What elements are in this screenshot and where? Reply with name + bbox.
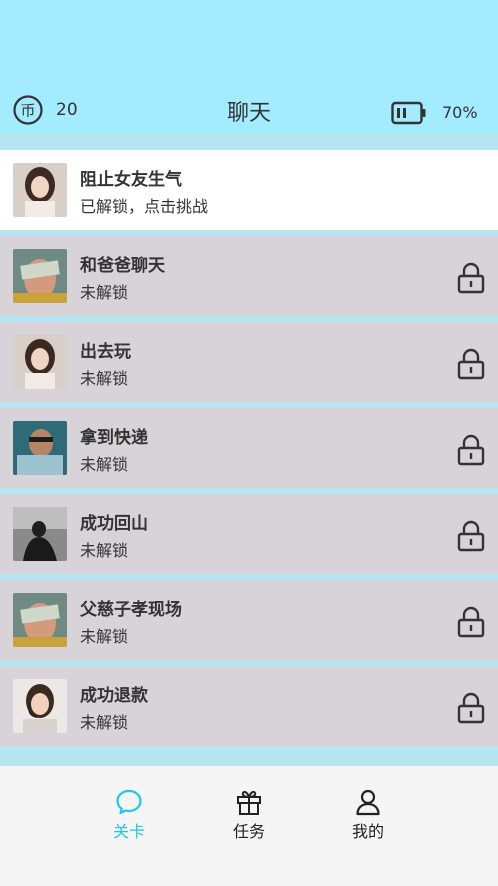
tab-tasks[interactable]: 任务 <box>214 788 284 842</box>
level-status: 未解锁 <box>80 369 129 388</box>
chat-bubble-icon <box>116 789 142 815</box>
tab-levels[interactable]: 关卡 <box>94 788 164 842</box>
avatar <box>13 163 67 217</box>
gift-icon <box>237 790 261 815</box>
avatar <box>13 507 67 561</box>
bottom-tab-bar: 关卡 任务 我的 <box>0 766 498 886</box>
level-row[interactable]: 和爸爸聊天 未解锁 <box>0 236 498 316</box>
level-title: 出去玩 <box>80 342 131 362</box>
user-icon <box>356 789 380 816</box>
level-row[interactable]: 拿到快递 未解锁 <box>0 408 498 488</box>
avatar <box>13 249 67 303</box>
level-row[interactable]: 父慈子孝现场 未解锁 <box>0 580 498 660</box>
app-header: 币 20 聊天 70% <box>0 0 498 133</box>
level-title: 阻止女友生气 <box>80 170 182 190</box>
avatar <box>13 421 67 475</box>
tab-label: 任务 <box>232 822 265 841</box>
lock-icon <box>457 692 485 724</box>
lock-icon <box>457 606 485 638</box>
level-status: 未解锁 <box>80 713 129 732</box>
level-title: 拿到快递 <box>80 428 148 448</box>
level-title: 成功退款 <box>80 686 148 706</box>
battery-percent: 70% <box>442 103 478 122</box>
level-row[interactable]: 成功退款 未解锁 <box>0 666 498 746</box>
lock-icon <box>457 348 485 380</box>
level-status: 已解锁，点击挑战 <box>80 197 209 216</box>
tab-profile[interactable]: 我的 <box>333 788 403 842</box>
lock-icon <box>457 262 485 294</box>
level-row[interactable]: 出去玩 未解锁 <box>0 322 498 402</box>
level-status: 未解锁 <box>80 541 129 560</box>
tab-label: 关卡 <box>112 822 145 841</box>
level-title: 成功回山 <box>80 514 148 534</box>
level-status: 未解锁 <box>80 283 129 302</box>
avatar <box>13 593 67 647</box>
level-status: 未解锁 <box>80 455 129 474</box>
tab-label: 我的 <box>351 822 384 841</box>
level-title: 父慈子孝现场 <box>80 600 182 620</box>
level-row[interactable]: 阻止女友生气 已解锁，点击挑战 <box>0 150 498 230</box>
level-status: 未解锁 <box>80 627 129 646</box>
lock-icon <box>457 434 485 466</box>
battery-icon <box>391 101 427 125</box>
level-row[interactable]: 成功回山 未解锁 <box>0 494 498 574</box>
avatar <box>13 679 67 733</box>
level-title: 和爸爸聊天 <box>80 256 165 276</box>
avatar <box>13 335 67 389</box>
lock-icon <box>457 520 485 552</box>
